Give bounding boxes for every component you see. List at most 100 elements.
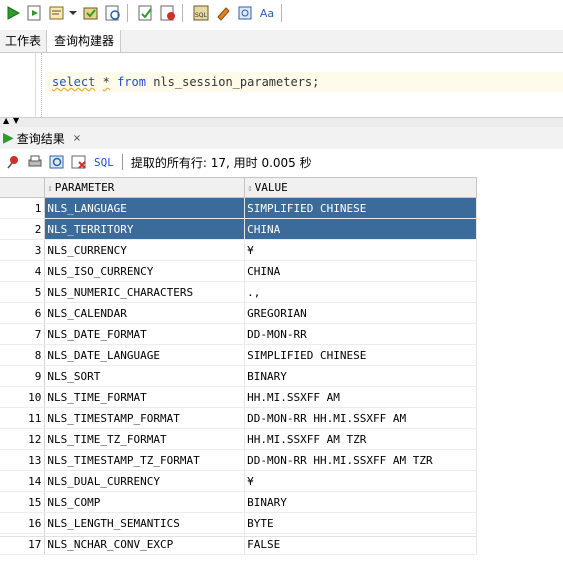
row-number[interactable]: 4: [0, 260, 46, 282]
collapse-down-icon[interactable]: ▼: [13, 116, 19, 125]
table-row[interactable]: 13 NLS_TIMESTAMP_TZ_FORMAT DD-MON-RR HH.MI…: [0, 449, 477, 471]
cell-value[interactable]: .,: [244, 281, 477, 303]
text-case-icon: Aa: [259, 6, 275, 20]
cell-parameter[interactable]: NLS_LENGTH_SEMANTICS: [44, 512, 246, 534]
row-number[interactable]: 5: [0, 281, 46, 303]
row-number[interactable]: 14: [0, 470, 46, 492]
row-number[interactable]: 15: [0, 491, 46, 513]
explain-plan-button[interactable]: [48, 4, 66, 22]
cell-value[interactable]: HH.MI.SSXFF AM TZR: [244, 428, 477, 450]
sql-editor[interactable]: select * from nls_session_parameters;: [0, 53, 563, 117]
table-row[interactable]: 4 NLS_ISO_CURRENCY CHINA: [0, 260, 477, 282]
cell-value[interactable]: CHINA: [244, 218, 477, 240]
cell-parameter[interactable]: NLS_CALENDAR: [44, 302, 246, 324]
table-row[interactable]: 10 NLS_TIME_FORMAT HH.MI.SSXFF AM: [0, 386, 477, 408]
cell-parameter[interactable]: NLS_DUAL_CURRENCY: [44, 470, 246, 492]
cell-value[interactable]: HH.MI.SSXFF AM: [244, 386, 477, 408]
cell-value[interactable]: CHINA: [244, 260, 477, 282]
row-number[interactable]: 2: [0, 218, 46, 240]
sql-link[interactable]: SQL: [94, 156, 114, 169]
cell-value[interactable]: BINARY: [244, 365, 477, 387]
rollback-button[interactable]: [159, 4, 177, 22]
cell-parameter[interactable]: NLS_TIME_FORMAT: [44, 386, 246, 408]
row-number[interactable]: 8: [0, 344, 46, 366]
table-row[interactable]: 14 NLS_DUAL_CURRENCY ¥: [0, 470, 477, 492]
row-number[interactable]: 9: [0, 365, 46, 387]
print-button[interactable]: [26, 153, 44, 171]
cell-parameter[interactable]: NLS_TIMESTAMP_FORMAT: [44, 407, 246, 429]
cancel-query-button[interactable]: [70, 153, 88, 171]
table-row[interactable]: 5 NLS_NUMERIC_CHARACTERS.,: [0, 281, 477, 303]
sql-history-button[interactable]: [236, 4, 254, 22]
table-row[interactable]: 16 NLS_LENGTH_SEMANTICS BYTE: [0, 512, 477, 534]
tab-worksheet[interactable]: 工作表: [0, 30, 48, 52]
run-statement-button[interactable]: [4, 4, 22, 22]
cell-value[interactable]: BYTE: [244, 512, 477, 534]
table-row[interactable]: 3 NLS_CURRENCY ¥: [0, 239, 477, 261]
toolbar-separator: [121, 154, 123, 170]
column-header-value[interactable]: ⇕ VALUE: [244, 177, 477, 198]
run-script-button[interactable]: [26, 4, 44, 22]
table-row[interactable]: 7 NLS_DATE_FORMAT DD-MON-RR: [0, 323, 477, 345]
cell-parameter[interactable]: NLS_SORT: [44, 365, 246, 387]
results-toolbar: SQL 提取的所有行: 17, 用时 0.005 秒: [0, 150, 563, 174]
sql-tuning-button[interactable]: SQL: [192, 4, 210, 22]
table-row[interactable]: 2 NLS_TERRITORY CHINA: [0, 218, 477, 240]
explain-dropdown-button[interactable]: [68, 4, 78, 22]
commit-button[interactable]: [137, 4, 155, 22]
table-row[interactable]: 1 NLS_LANGUAGE SIMPLIFIED CHINESE: [0, 197, 477, 219]
cell-parameter[interactable]: NLS_TERRITORY: [44, 218, 246, 240]
row-number[interactable]: 13: [0, 449, 46, 471]
column-header-parameter[interactable]: ⇕ PARAMETER: [44, 177, 246, 198]
table-row[interactable]: 8 NLS_DATE_LANGUAGE SIMPLIFIED CHINESE: [0, 344, 477, 366]
worksheet-toolbar: SQL Aa: [0, 0, 563, 26]
cell-value[interactable]: DD-MON-RR HH.MI.SSXFF AM: [244, 407, 477, 429]
row-number[interactable]: 11: [0, 407, 46, 429]
results-grid[interactable]: ⇕ PARAMETER ⇕ VALUE 1 NLS_LANGUAGE SIMPLIFIE…: [0, 177, 477, 555]
cell-parameter[interactable]: NLS_TIME_TZ_FORMAT: [44, 428, 246, 450]
autotrace-button[interactable]: [82, 4, 100, 22]
tab-query-builder[interactable]: 查询构建器: [47, 30, 122, 52]
row-number[interactable]: 3: [0, 239, 46, 261]
toolbar-separator: [182, 4, 183, 22]
tab-query-result[interactable]: ▶ 查询结果 ×: [0, 127, 88, 149]
table-row[interactable]: 11 NLS_TIMESTAMP_FORMAT DD-MON-RR HH.MI.SS…: [0, 407, 477, 429]
cell-parameter[interactable]: NLS_CURRENCY: [44, 239, 246, 261]
row-number[interactable]: 1: [0, 197, 46, 219]
row-number[interactable]: 10: [0, 386, 46, 408]
table-row[interactable]: 6 NLS_CALENDAR GREGORIAN: [0, 302, 477, 324]
cancel-icon: [160, 5, 175, 21]
cell-parameter[interactable]: NLS_COMP: [44, 491, 246, 513]
clear-button[interactable]: [214, 4, 232, 22]
close-icon[interactable]: ×: [73, 133, 81, 144]
cell-parameter[interactable]: NLS_DATE_FORMAT: [44, 323, 246, 345]
cell-parameter[interactable]: NLS_TIMESTAMP_TZ_FORMAT: [44, 449, 246, 471]
row-number[interactable]: 6: [0, 302, 46, 324]
refresh-results-button[interactable]: [48, 153, 66, 171]
sql-statement[interactable]: select * from nls_session_parameters;: [52, 73, 319, 91]
cell-parameter[interactable]: NLS_LANGUAGE: [44, 197, 246, 219]
table-row[interactable]: 12 NLS_TIME_TZ_FORMAT HH.MI.SSXFF AM TZR: [0, 428, 477, 450]
cell-value[interactable]: DD-MON-RR: [244, 323, 477, 345]
cell-value[interactable]: BINARY: [244, 491, 477, 513]
text-case-button[interactable]: Aa: [258, 4, 276, 22]
cell-parameter[interactable]: NLS_ISO_CURRENCY: [44, 260, 246, 282]
cell-value[interactable]: ¥: [244, 239, 477, 261]
row-number[interactable]: 7: [0, 323, 46, 345]
eraser-icon: [217, 7, 230, 21]
row-number[interactable]: 16: [0, 512, 46, 534]
freeze-view-button[interactable]: [4, 153, 22, 171]
cell-value[interactable]: DD-MON-RR HH.MI.SSXFF AM TZR: [244, 449, 477, 471]
cell-parameter[interactable]: NLS_NUMERIC_CHARACTERS: [44, 281, 246, 303]
commit-icon: [83, 7, 98, 20]
collapse-up-icon[interactable]: ▲: [3, 116, 9, 125]
cell-value[interactable]: ¥: [244, 470, 477, 492]
cell-value[interactable]: SIMPLIFIED CHINESE: [244, 197, 477, 219]
row-number[interactable]: 12: [0, 428, 46, 450]
cell-parameter[interactable]: NLS_DATE_LANGUAGE: [44, 344, 246, 366]
cell-value[interactable]: GREGORIAN: [244, 302, 477, 324]
refresh-button[interactable]: [104, 4, 122, 22]
table-row[interactable]: 9 NLS_SORT BINARY: [0, 365, 477, 387]
cell-value[interactable]: SIMPLIFIED CHINESE: [244, 344, 477, 366]
table-row[interactable]: 15 NLS_COMP BINARY: [0, 491, 477, 513]
